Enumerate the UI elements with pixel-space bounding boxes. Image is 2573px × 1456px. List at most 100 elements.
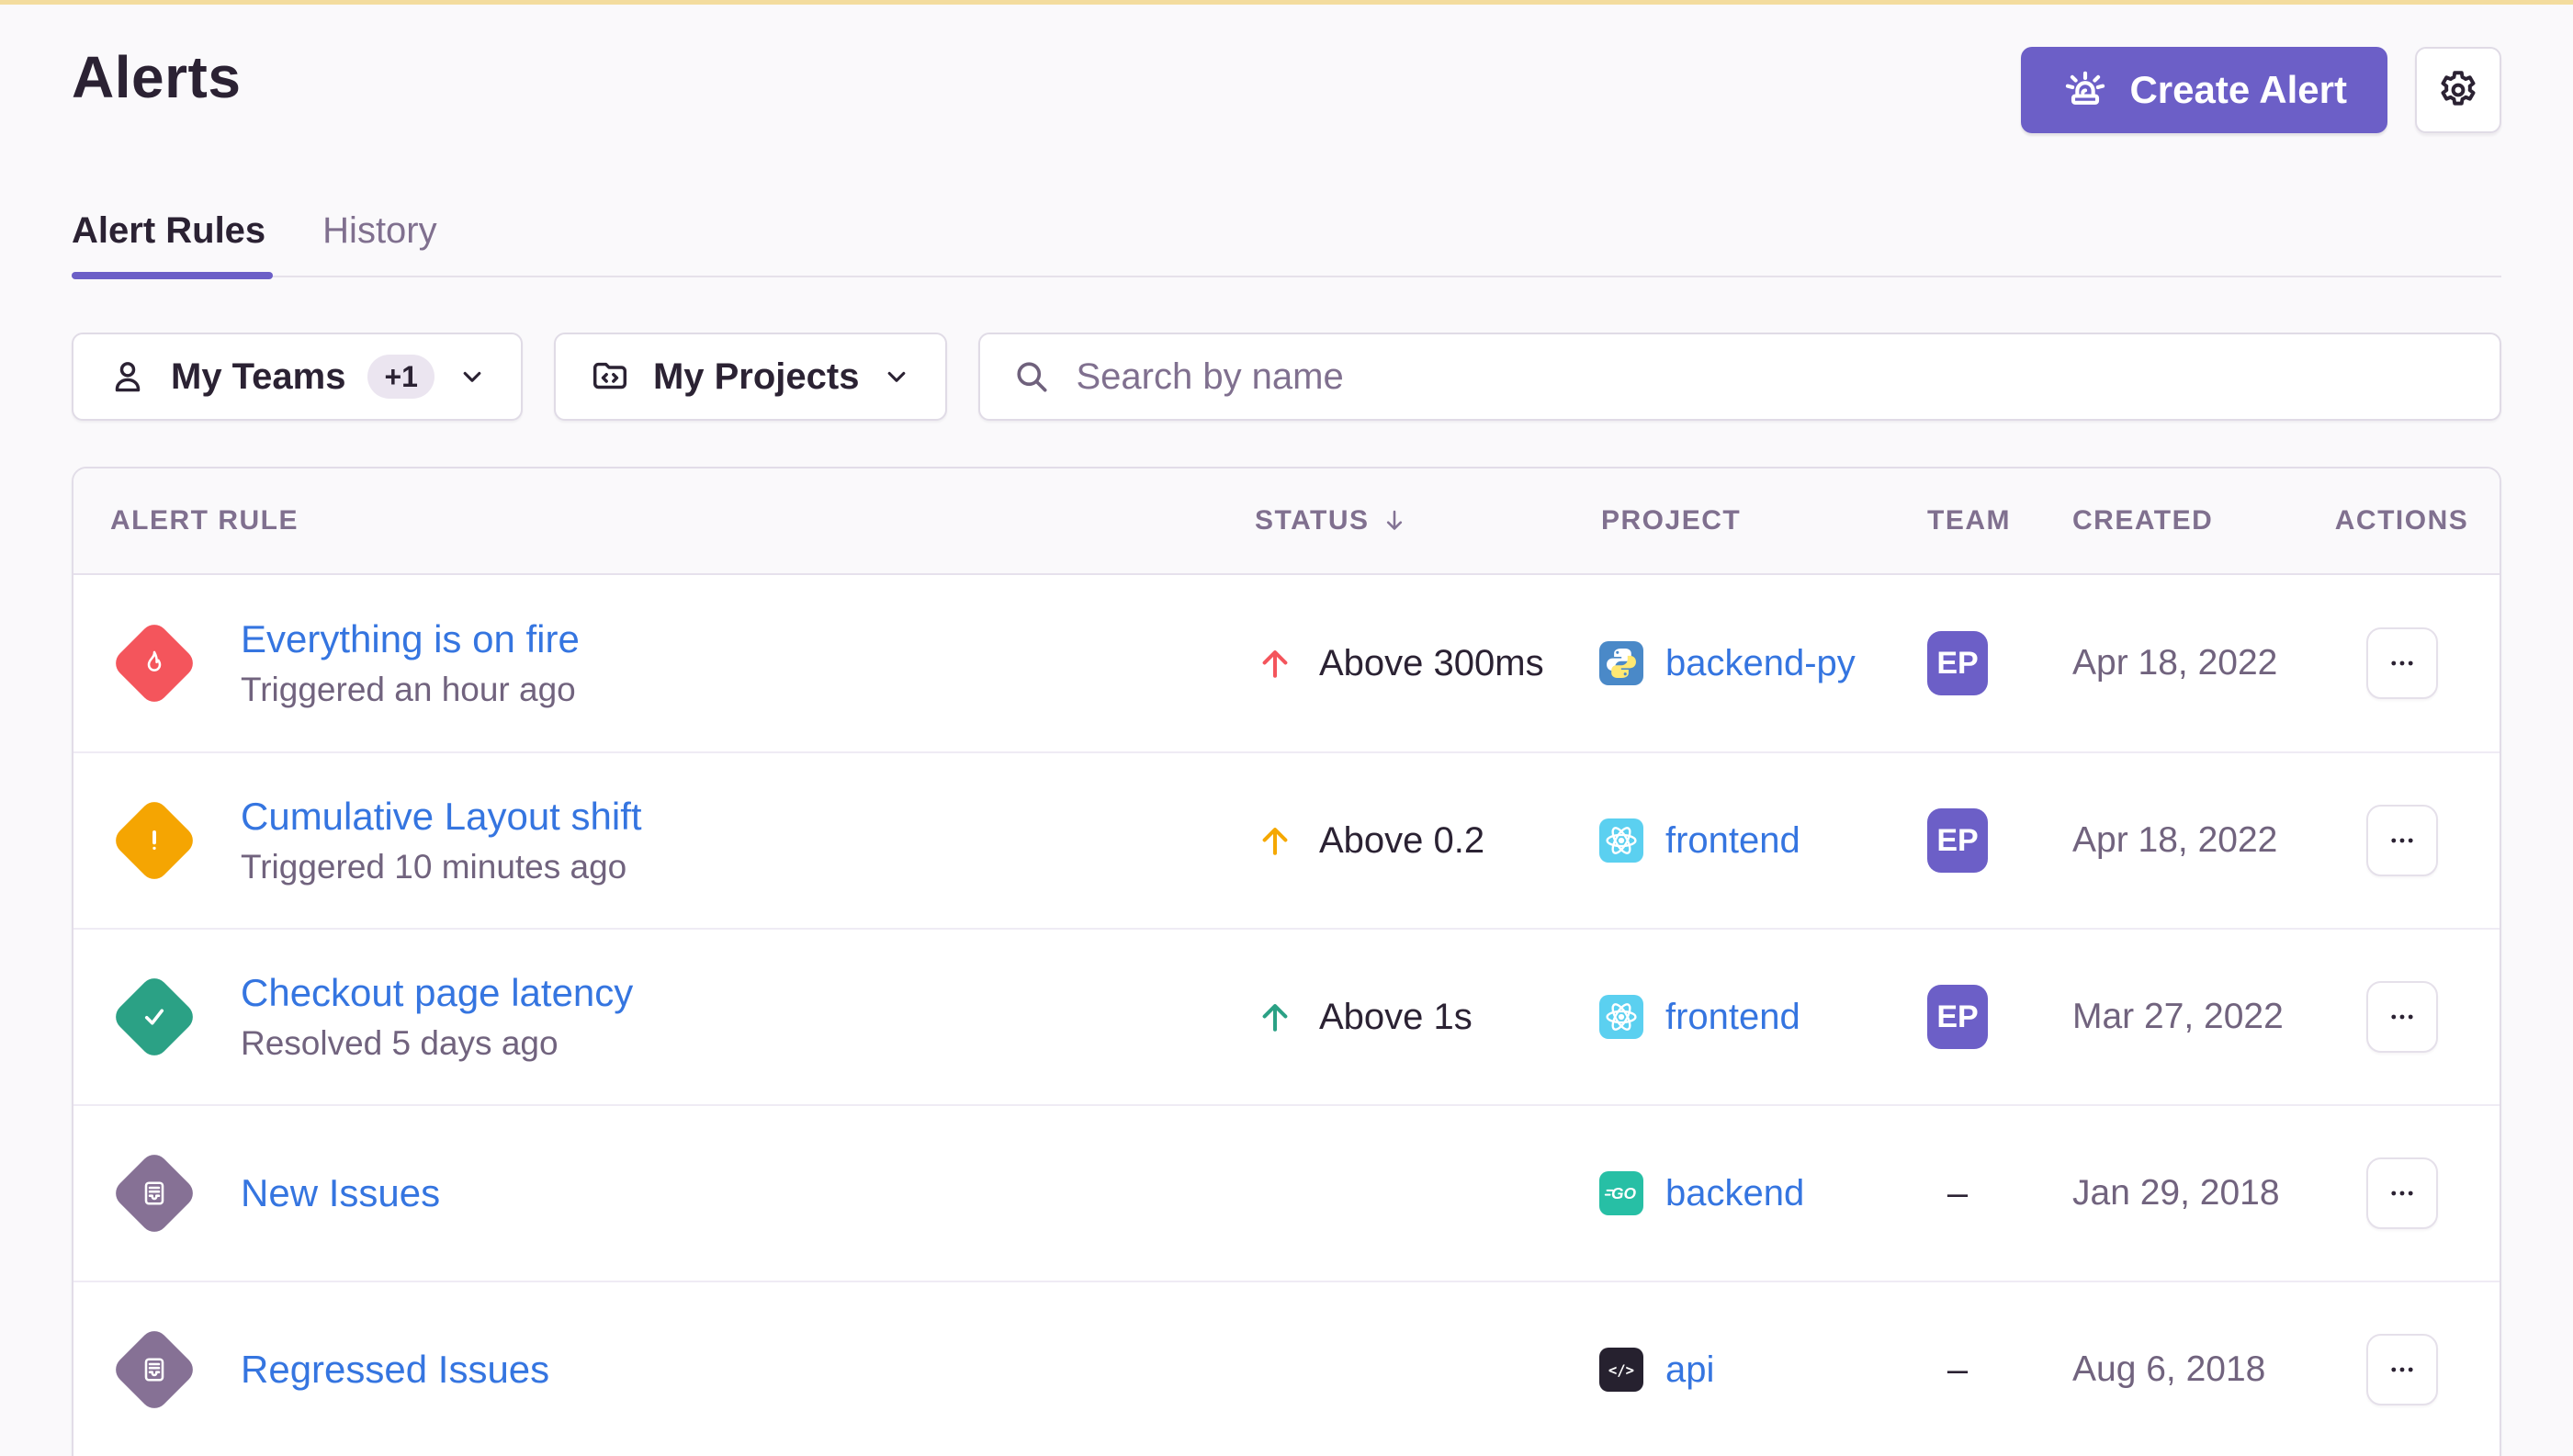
- ellipsis-icon: [2387, 825, 2418, 856]
- alerts-tabs: Alert Rules History: [72, 210, 2501, 277]
- project-link[interactable]: backend-py: [1665, 643, 1856, 684]
- create-alert-label: Create Alert: [2129, 68, 2347, 112]
- table-row: Cumulative Layout shift Triggered 10 minu…: [73, 751, 2500, 928]
- team-cell: EP: [1918, 808, 2042, 873]
- page-header: Alerts Create Alert: [72, 43, 2501, 133]
- check-icon: [110, 973, 198, 1061]
- status-arrow-up-icon: [1255, 643, 1295, 683]
- table-header-row: ALERT RULE STATUS PROJECT TEAM CREATED A…: [73, 468, 2500, 575]
- status-label: Above 300ms: [1319, 643, 1544, 684]
- column-header-created[interactable]: CREATED: [2042, 505, 2304, 536]
- project-cell: backend-py: [1587, 641, 1918, 685]
- created-date: Apr 18, 2022: [2042, 820, 2304, 861]
- team-cell: –: [1918, 1349, 2042, 1391]
- fire-icon: [110, 619, 198, 707]
- react-platform-icon: [1599, 995, 1643, 1039]
- tab-history[interactable]: History: [322, 210, 440, 276]
- alert-rule-detail: Triggered 10 minutes ago: [241, 848, 642, 886]
- actions-cell: [2304, 981, 2500, 1053]
- row-actions-button[interactable]: [2366, 805, 2438, 876]
- filter-bar: My Teams +1 My Projects: [72, 333, 2501, 421]
- projects-filter-dropdown[interactable]: My Projects: [554, 333, 948, 421]
- actions-cell: [2304, 805, 2500, 876]
- alert-rule-cell: Everything is on fire Triggered an hour a…: [73, 617, 1238, 709]
- alert-rule-detail: Triggered an hour ago: [241, 671, 580, 709]
- page-title: Alerts: [72, 43, 241, 111]
- create-alert-button[interactable]: Create Alert: [2021, 47, 2387, 133]
- project-link[interactable]: backend: [1665, 1173, 1804, 1214]
- chevron-down-icon: [881, 361, 912, 392]
- created-date: Apr 18, 2022: [2042, 643, 2304, 683]
- status-arrow-up-icon: [1255, 820, 1295, 861]
- status-label: Above 0.2: [1319, 820, 1484, 862]
- table-row: Regressed Issues</>api–Aug 6, 2018: [73, 1281, 2500, 1456]
- alert-rule-cell: New Issues: [73, 1149, 1238, 1237]
- alert-rule-link[interactable]: Regressed Issues: [241, 1348, 549, 1392]
- gear-icon: [2435, 67, 2481, 113]
- team-badge[interactable]: EP: [1927, 631, 1988, 695]
- search-icon: [1011, 356, 1052, 397]
- code-platform-icon: </>: [1599, 1348, 1643, 1392]
- ellipsis-icon: [2387, 1354, 2418, 1385]
- column-header-status[interactable]: STATUS: [1238, 505, 1587, 536]
- project-cell: </> api: [1587, 1348, 1918, 1392]
- team-cell: –: [1918, 1173, 2042, 1214]
- alert-rule-link[interactable]: Checkout page latency: [241, 971, 633, 1015]
- status-cell: Above 1s: [1238, 997, 1587, 1038]
- column-header-alert-rule[interactable]: ALERT RULE: [73, 505, 1238, 536]
- alerts-page: Alerts Create Alert: [0, 43, 2573, 1456]
- search-input[interactable]: [1076, 356, 2468, 398]
- sort-descending-icon: [1379, 505, 1410, 536]
- alert-rule-link[interactable]: Cumulative Layout shift: [241, 795, 642, 839]
- settings-button[interactable]: [2415, 47, 2501, 133]
- alert-rule-cell: Cumulative Layout shift Triggered 10 minu…: [73, 795, 1238, 886]
- team-cell: EP: [1918, 985, 2042, 1049]
- projects-filter-label: My Projects: [653, 356, 860, 398]
- table-row: Everything is on fire Triggered an hour a…: [73, 575, 2500, 751]
- row-actions-button[interactable]: [2366, 627, 2438, 699]
- go-platform-icon: GO: [1599, 1171, 1643, 1215]
- project-cell: GO backend: [1587, 1171, 1918, 1215]
- tab-alert-rules[interactable]: Alert Rules: [72, 210, 269, 276]
- team-badge[interactable]: EP: [1927, 808, 1988, 873]
- status-arrow-up-icon: [1255, 997, 1295, 1037]
- row-actions-button[interactable]: [2366, 1334, 2438, 1405]
- teams-filter-dropdown[interactable]: My Teams +1: [72, 333, 523, 421]
- table-row: New IssuesGObackend–Jan 29, 2018: [73, 1104, 2500, 1281]
- team-cell: EP: [1918, 631, 2042, 695]
- alert-rule-cell: Regressed Issues: [73, 1326, 1238, 1414]
- team-empty-value: –: [1927, 1173, 1988, 1214]
- teams-filter-label: My Teams: [171, 356, 345, 398]
- issues-icon: [110, 1326, 198, 1414]
- column-header-team[interactable]: TEAM: [1918, 505, 2042, 536]
- python-platform-icon: [1599, 641, 1643, 685]
- top-accent-strip: [0, 0, 2573, 5]
- project-folder-icon: [589, 356, 631, 398]
- table-row: Checkout page latencyResolved 5 days ago…: [73, 928, 2500, 1104]
- issues-icon: [110, 1149, 198, 1237]
- table-body: Everything is on fire Triggered an hour a…: [73, 575, 2500, 1456]
- actions-cell: [2304, 1157, 2500, 1229]
- column-header-project[interactable]: PROJECT: [1587, 505, 1918, 536]
- project-link[interactable]: api: [1665, 1349, 1714, 1391]
- alert-rule-link[interactable]: Everything is on fire: [241, 617, 580, 661]
- row-actions-button[interactable]: [2366, 1157, 2438, 1229]
- alert-rule-link[interactable]: New Issues: [241, 1171, 440, 1215]
- react-platform-icon: [1599, 818, 1643, 863]
- teams-extra-count-badge: +1: [367, 355, 434, 399]
- header-actions: Create Alert: [2021, 47, 2501, 133]
- team-badge[interactable]: EP: [1927, 985, 1988, 1049]
- project-link[interactable]: frontend: [1665, 820, 1800, 862]
- user-icon: [107, 356, 149, 398]
- status-cell: Above 0.2: [1238, 820, 1587, 862]
- ellipsis-icon: [2387, 1178, 2418, 1209]
- status-label: Above 1s: [1319, 997, 1473, 1038]
- project-link[interactable]: frontend: [1665, 997, 1800, 1038]
- actions-cell: [2304, 1334, 2500, 1405]
- project-cell: frontend: [1587, 818, 1918, 863]
- alert-rule-cell: Checkout page latencyResolved 5 days ago: [73, 971, 1238, 1063]
- search-box: [978, 333, 2501, 421]
- created-date: Mar 27, 2022: [2042, 997, 2304, 1037]
- row-actions-button[interactable]: [2366, 981, 2438, 1053]
- warning-icon: [110, 796, 198, 885]
